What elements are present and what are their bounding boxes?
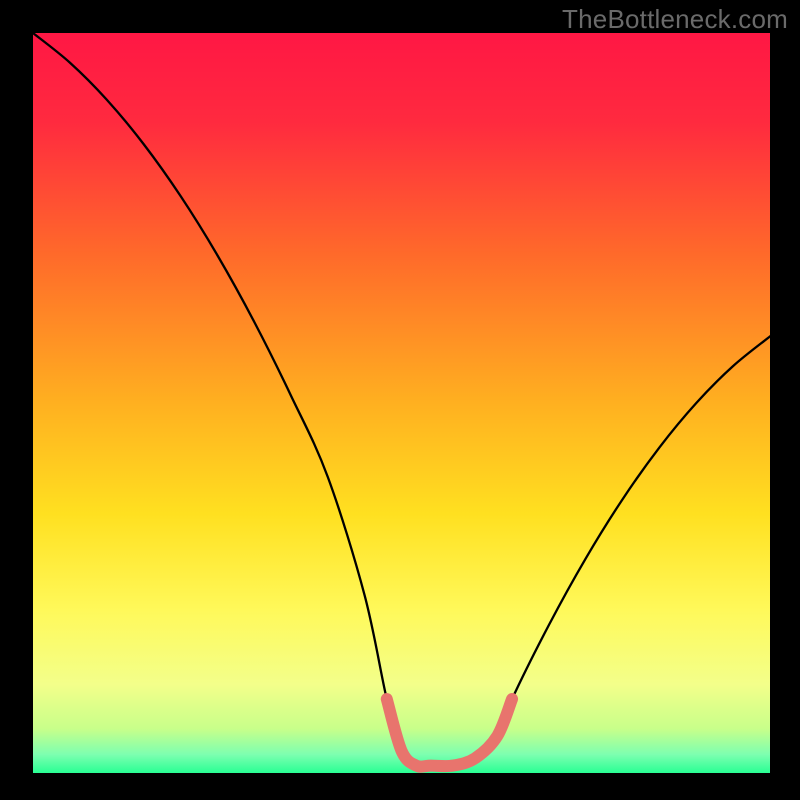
bottleneck-chart	[0, 0, 800, 800]
watermark-text: TheBottleneck.com	[562, 4, 788, 35]
chart-frame: TheBottleneck.com	[0, 0, 800, 800]
